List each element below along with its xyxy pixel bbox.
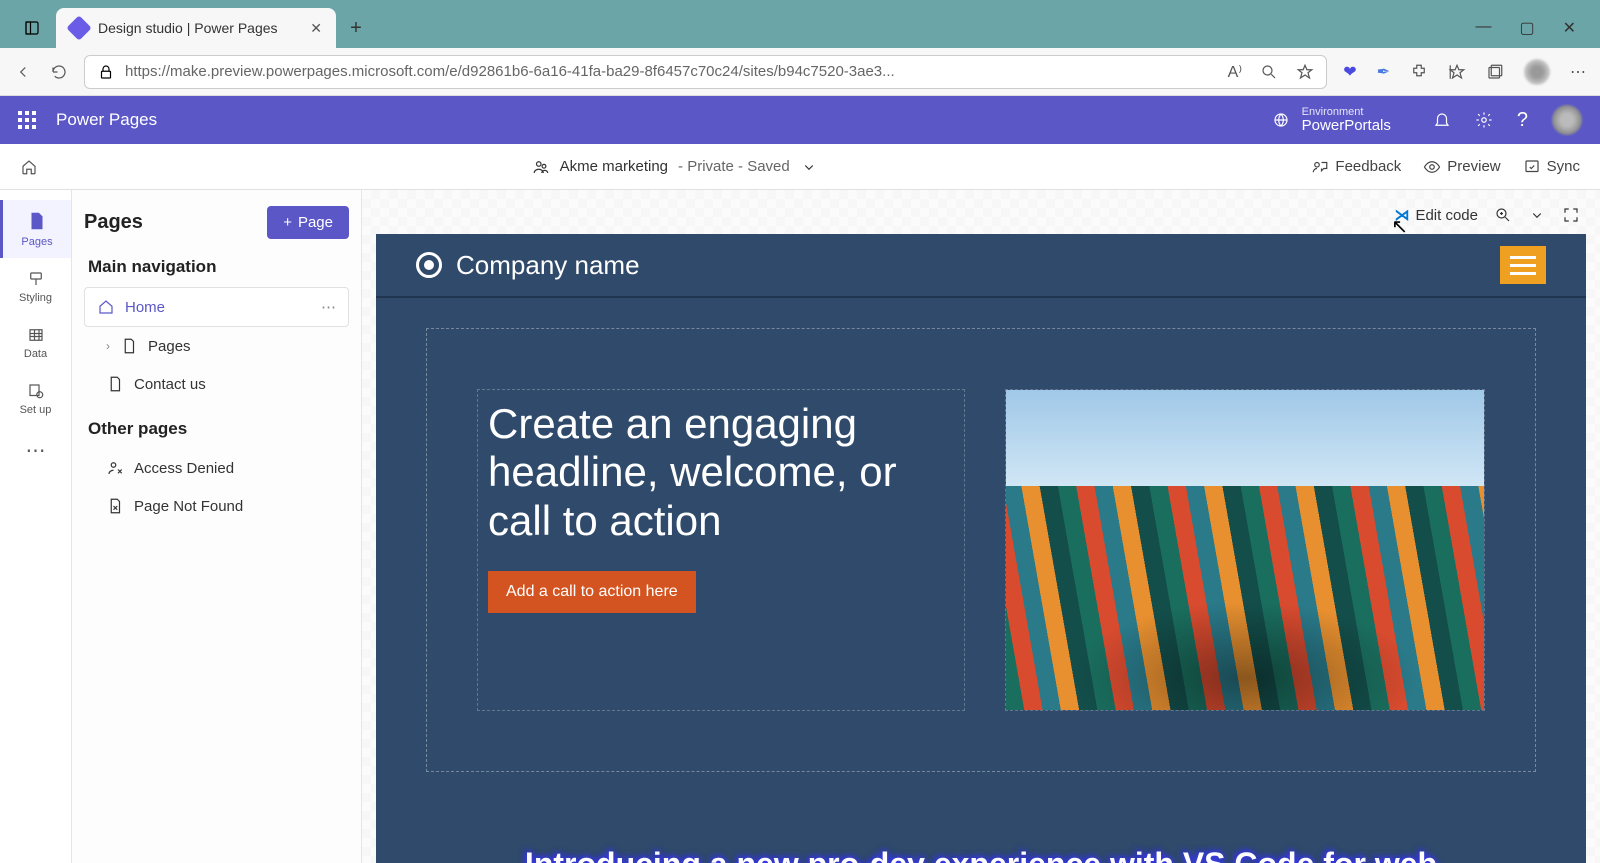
nav-item-not-found[interactable]: Page Not Found xyxy=(84,487,349,525)
plus-icon: + xyxy=(283,214,292,231)
preview-button[interactable]: Preview xyxy=(1423,158,1500,176)
browser-addressbar: https://make.preview.powerpages.microsof… xyxy=(0,48,1600,96)
paint-icon xyxy=(27,270,45,288)
app-header: Power Pages Environment PowerPortals ? xyxy=(0,96,1600,144)
favorites-bar-icon[interactable] xyxy=(1448,63,1466,81)
url-input[interactable]: https://make.preview.powerpages.microsof… xyxy=(84,55,1327,89)
site-status: - Private - Saved xyxy=(678,158,790,175)
nav-item-home[interactable]: Home ⋯ xyxy=(84,287,349,327)
tab-actions-icon[interactable] xyxy=(8,8,56,48)
chevron-right-icon: › xyxy=(106,339,110,353)
hero-section[interactable]: Create an engaging headline, welcome, or… xyxy=(426,328,1536,772)
feedback-button[interactable]: Feedback xyxy=(1311,158,1401,176)
section-other-pages: Other pages xyxy=(88,419,345,439)
page-icon xyxy=(120,337,138,355)
hero-headline[interactable]: Create an engaging headline, welcome, or… xyxy=(488,400,954,545)
sidebar-title: Pages xyxy=(84,211,143,234)
refresh-icon[interactable] xyxy=(50,63,68,81)
hero-image-block[interactable] xyxy=(1005,389,1485,711)
environment-picker[interactable]: Environment PowerPortals xyxy=(1302,106,1391,135)
hero-text-block[interactable]: Create an engaging headline, welcome, or… xyxy=(477,389,965,711)
page-icon xyxy=(106,375,124,393)
hero-image xyxy=(1006,390,1484,710)
pages-sidebar: Pages + Page Main navigation Home ⋯ › Pa… xyxy=(72,190,362,863)
minimize-icon[interactable]: — xyxy=(1475,18,1491,38)
rail-styling[interactable]: Styling xyxy=(0,260,71,314)
user-avatar[interactable] xyxy=(1552,105,1582,135)
new-tab-button[interactable]: + xyxy=(336,8,376,48)
more-icon[interactable]: ⋯ xyxy=(1570,62,1586,82)
cta-button[interactable]: Add a call to action here xyxy=(488,571,696,613)
context-bar: Akme marketing - Private - Saved Feedbac… xyxy=(0,144,1600,190)
person-icon xyxy=(106,459,124,477)
ext-feather-icon[interactable]: ✒ xyxy=(1377,62,1390,82)
collections-icon[interactable] xyxy=(1486,63,1504,81)
file-icon xyxy=(26,210,48,232)
chevron-down-icon xyxy=(800,158,818,176)
favorite-icon[interactable] xyxy=(1296,63,1314,81)
close-tab-icon[interactable]: ✕ xyxy=(310,20,322,37)
rail-setup[interactable]: Set up xyxy=(0,372,71,426)
home-icon[interactable] xyxy=(20,158,38,176)
fullscreen-icon[interactable] xyxy=(1562,206,1580,224)
browser-tab[interactable]: Design studio | Power Pages ✕ xyxy=(56,8,336,48)
environment-icon[interactable] xyxy=(1272,111,1290,129)
profile-avatar[interactable] xyxy=(1524,59,1550,85)
site-name: Akme marketing xyxy=(560,158,668,175)
site-picker[interactable]: Akme marketing - Private - Saved xyxy=(532,158,818,176)
brand-label: Power Pages xyxy=(56,110,157,130)
cursor-icon: ↖ xyxy=(1391,214,1408,239)
rail-pages[interactable]: Pages xyxy=(0,200,71,258)
nav-item-contact[interactable]: Contact us xyxy=(84,365,349,403)
maximize-icon[interactable]: ▢ xyxy=(1519,18,1534,38)
rail-more[interactable]: ⋯ xyxy=(0,428,71,473)
reader-icon[interactable]: A⁾ xyxy=(1228,62,1243,82)
left-rail: Pages Styling Data Set up ⋯ xyxy=(0,190,72,863)
setup-icon xyxy=(27,382,45,400)
home-icon xyxy=(97,298,115,316)
preview-navbar: Company name xyxy=(376,234,1586,298)
zoom-icon[interactable] xyxy=(1260,63,1278,81)
url-text: https://make.preview.powerpages.microsof… xyxy=(125,63,1218,80)
extensions-icon[interactable] xyxy=(1410,63,1428,81)
close-window-icon[interactable]: ✕ xyxy=(1563,18,1576,38)
sync-button[interactable]: Sync xyxy=(1523,158,1580,176)
add-page-button[interactable]: + Page xyxy=(267,206,349,239)
lock-icon xyxy=(97,63,115,81)
settings-icon[interactable] xyxy=(1475,111,1493,129)
zoom-tool-icon[interactable] xyxy=(1494,206,1512,224)
canvas: ⋊ Edit code ↖ Company name Create an eng… xyxy=(362,190,1600,863)
ext-heart-icon[interactable]: ❤ xyxy=(1343,62,1356,82)
company-name[interactable]: Company name xyxy=(456,250,640,281)
tab-title: Design studio | Power Pages xyxy=(98,20,300,36)
app-launcher-icon[interactable] xyxy=(18,111,36,129)
ellipsis-icon: ⋯ xyxy=(26,438,46,463)
logo-icon xyxy=(416,252,442,278)
site-preview[interactable]: Company name Create an engaging headline… xyxy=(376,234,1586,863)
nav-item-access-denied[interactable]: Access Denied xyxy=(84,449,349,487)
chevron-down-icon[interactable] xyxy=(1528,206,1546,224)
rail-data[interactable]: Data xyxy=(0,316,71,370)
hamburger-menu[interactable] xyxy=(1500,246,1546,284)
back-icon[interactable] xyxy=(14,63,32,81)
table-icon xyxy=(27,326,45,344)
nav-item-pages[interactable]: › Pages xyxy=(84,327,349,365)
browser-titlebar: Design studio | Power Pages ✕ + — ▢ ✕ xyxy=(0,0,1600,48)
page-x-icon xyxy=(106,497,124,515)
item-menu-icon[interactable]: ⋯ xyxy=(321,298,336,316)
section-main-nav: Main navigation xyxy=(88,257,345,277)
favicon-icon xyxy=(66,15,91,40)
notifications-icon[interactable] xyxy=(1433,111,1451,129)
help-icon[interactable]: ? xyxy=(1517,109,1528,132)
video-caption: Introducing a new pro-dev experience wit… xyxy=(376,836,1586,863)
